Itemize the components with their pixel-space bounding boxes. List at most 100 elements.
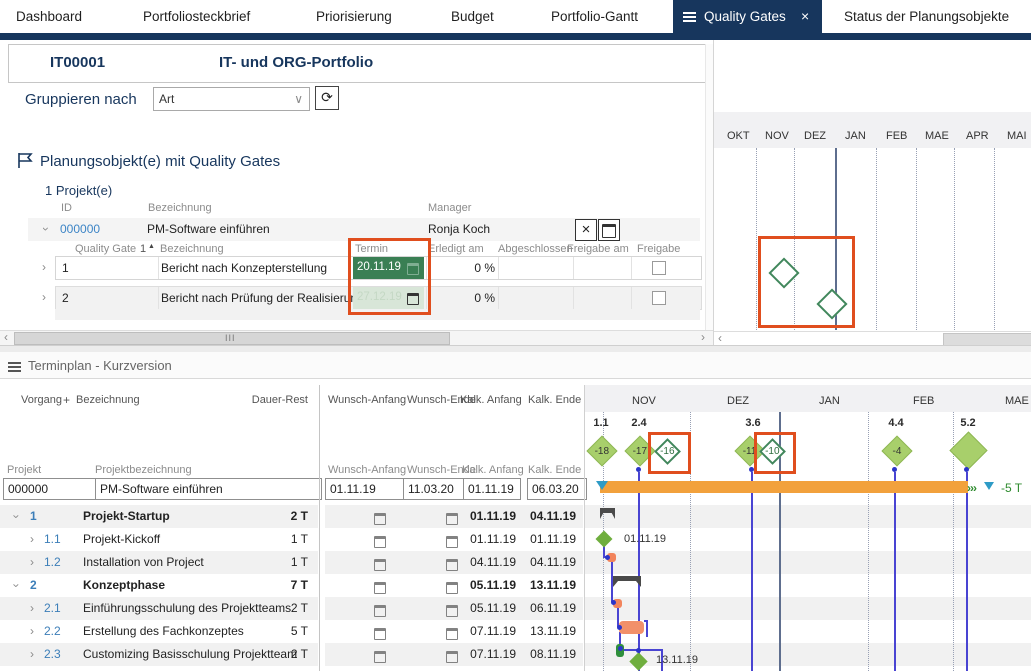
- col-header-kalk-ende[interactable]: Kalk. Ende: [528, 394, 581, 406]
- task-number[interactable]: 2.4: [44, 666, 61, 671]
- col-header-dauer-rest[interactable]: Dauer-Rest: [230, 394, 308, 406]
- hamburger-icon[interactable]: [8, 360, 21, 374]
- chevron-right-icon[interactable]: ›: [30, 528, 34, 551]
- chevron-right-icon[interactable]: ›: [42, 260, 46, 274]
- gate-col-bezeichnung[interactable]: Bezeichnung: [160, 243, 224, 255]
- table-row[interactable]: › 1.2 Installation von Project 1 T 04.11…: [0, 551, 583, 574]
- task-number[interactable]: 1: [30, 505, 37, 528]
- tab-portfoliosteckbrief[interactable]: Portfoliosteckbrief: [143, 0, 250, 33]
- gate-col-quality-gate[interactable]: Quality Gate: [75, 243, 136, 255]
- phase-summary-bar[interactable]: [613, 576, 641, 587]
- gate-row[interactable]: › 1 Bericht nach Konzepterstellung 20.11…: [55, 256, 702, 280]
- scroll-right-arrow[interactable]: ›: [701, 331, 705, 344]
- scrollbar-thumb[interactable]: III: [14, 332, 450, 345]
- task-number[interactable]: 1.1: [44, 528, 61, 551]
- gate-col-abgeschlossen[interactable]: Abgeschlossen: [498, 243, 573, 255]
- calendar-icon[interactable]: [446, 513, 458, 525]
- quality-gate-diamond[interactable]: -4: [881, 435, 912, 466]
- col-header-vorgang[interactable]: Vorgang: [21, 394, 62, 406]
- task-milestone-diamond[interactable]: [596, 531, 613, 548]
- col-header-manager[interactable]: Manager: [428, 202, 471, 214]
- calendar-icon[interactable]: [374, 605, 386, 617]
- hamburger-icon[interactable]: [683, 10, 696, 24]
- project-id-link[interactable]: 000000: [60, 222, 100, 236]
- table-row[interactable]: › 2.1 Einführungsschulung des Projekttea…: [0, 597, 583, 620]
- task-number[interactable]: 2.2: [44, 620, 61, 643]
- wunsch-ende-field[interactable]: 11.03.20: [403, 478, 464, 500]
- calendar-icon[interactable]: [374, 559, 386, 571]
- kalk-anfang-field[interactable]: 01.11.19: [463, 478, 521, 500]
- gate-col-freigabe[interactable]: Freigabe: [637, 243, 680, 255]
- tab-status-planungsobjekte[interactable]: Status der Planungsobjekte: [844, 0, 1009, 33]
- project-row[interactable]: › 000000 PM-Software einführen Ronja Koc…: [28, 218, 700, 241]
- col-header-id[interactable]: ID: [61, 202, 72, 214]
- tab-budget[interactable]: Budget: [451, 0, 494, 33]
- horizontal-scrollbar[interactable]: ‹ III ›: [0, 330, 713, 345]
- calendar-icon[interactable]: [446, 651, 458, 663]
- task-number[interactable]: 1.2: [44, 551, 61, 574]
- tab-quality-gates[interactable]: Quality Gates ×: [673, 0, 822, 33]
- chevron-right-icon[interactable]: ›: [30, 551, 34, 574]
- expand-all-button[interactable]: +: [63, 393, 70, 407]
- scroll-left-arrow[interactable]: ‹: [718, 332, 722, 345]
- horizontal-scrollbar[interactable]: ‹: [714, 331, 1031, 346]
- calendar-icon[interactable]: [446, 582, 458, 594]
- freigabe-checkbox[interactable]: [652, 291, 666, 305]
- chevron-down-icon[interactable]: ›: [5, 515, 28, 519]
- freigabe-checkbox[interactable]: [652, 261, 666, 275]
- chevron-right-icon[interactable]: ›: [30, 620, 34, 643]
- chevron-right-icon[interactable]: ›: [42, 290, 46, 304]
- chevron-right-icon[interactable]: ›: [30, 597, 34, 620]
- planned-gate-diamond[interactable]: -16: [654, 438, 681, 465]
- tab-priorisierung[interactable]: Priorisierung: [316, 0, 392, 33]
- refresh-button[interactable]: ⟳: [315, 86, 339, 110]
- calendar-icon[interactable]: [446, 559, 458, 571]
- chevron-right-icon[interactable]: ›: [30, 666, 34, 671]
- calendar-icon[interactable]: [446, 536, 458, 548]
- task-number[interactable]: 2.3: [44, 643, 61, 666]
- kalk-ende-field[interactable]: 06.03.20: [527, 478, 587, 500]
- calendar-icon[interactable]: [374, 513, 386, 525]
- table-row[interactable]: › 2.3 Customizing Basisschulung Projektt…: [0, 643, 583, 666]
- quality-gate-diamond[interactable]: -18: [586, 435, 617, 466]
- col-header-wunsch-anfang[interactable]: Wunsch-Anfang: [328, 394, 406, 406]
- table-row[interactable]: › 2.2 Erstellung des Fachkonzeptes 5 T 0…: [0, 620, 583, 643]
- project-name-field[interactable]: PM-Software einführen: [95, 478, 322, 500]
- calendar-icon[interactable]: [446, 628, 458, 640]
- tab-portfolio-gantt[interactable]: Portfolio-Gantt: [551, 0, 638, 33]
- table-row[interactable]: › 1 Projekt-Startup 2 T 01.11.19 04.11.1…: [0, 505, 583, 528]
- planned-gate-diamond[interactable]: -10: [759, 438, 786, 465]
- col-header-bezeichnung[interactable]: Bezeichnung: [148, 202, 212, 214]
- col-header-bezeichnung[interactable]: Bezeichnung: [76, 394, 140, 406]
- group-by-select[interactable]: Art ∨: [153, 87, 310, 111]
- chevron-down-icon[interactable]: ›: [5, 584, 28, 588]
- gate-col-freigabe-am[interactable]: Freigabe am: [567, 243, 629, 255]
- table-row[interactable]: › 2.4 Konzeptphase abgeschlossen 13.11.1…: [0, 666, 583, 671]
- remove-button[interactable]: ×: [575, 219, 597, 241]
- gantt-divider[interactable]: [584, 385, 585, 671]
- quality-gate-diamond[interactable]: -17: [624, 435, 655, 466]
- calendar-icon[interactable]: [374, 651, 386, 663]
- table-row[interactable]: › 2 Konzeptphase 7 T 05.11.19 13.11.19: [0, 574, 583, 597]
- calendar-icon[interactable]: [374, 582, 386, 594]
- task-bar[interactable]: [619, 621, 644, 634]
- chevron-right-icon[interactable]: ›: [30, 643, 34, 666]
- gate-row[interactable]: › 2 Bericht nach Prüfung der Realisierun…: [55, 286, 702, 310]
- task-number[interactable]: 2: [30, 574, 37, 597]
- calendar-icon[interactable]: [374, 628, 386, 640]
- gate-sort-number[interactable]: 1: [140, 243, 146, 255]
- col-header-kalk-anfang[interactable]: Kalk. Anfang: [460, 394, 522, 406]
- project-id-field[interactable]: 000000: [3, 478, 98, 500]
- planned-gate-diamond[interactable]: [816, 288, 847, 319]
- calendar-icon[interactable]: [374, 536, 386, 548]
- task-number[interactable]: 2.1: [44, 597, 61, 620]
- project-summary-bar[interactable]: [600, 481, 968, 493]
- sort-asc-icon[interactable]: ▲: [148, 243, 155, 250]
- scroll-left-arrow[interactable]: ‹: [4, 331, 8, 344]
- gate-col-erledigt-am[interactable]: Erledigt am: [428, 243, 484, 255]
- calendar-icon[interactable]: [446, 605, 458, 617]
- wunsch-anfang-field[interactable]: 01.11.19: [325, 478, 404, 500]
- quality-gate-diamond[interactable]: [949, 431, 987, 469]
- table-row[interactable]: › 1.1 Projekt-Kickoff 1 T 01.11.19 01.11…: [0, 528, 583, 551]
- calendar-button[interactable]: [598, 219, 620, 241]
